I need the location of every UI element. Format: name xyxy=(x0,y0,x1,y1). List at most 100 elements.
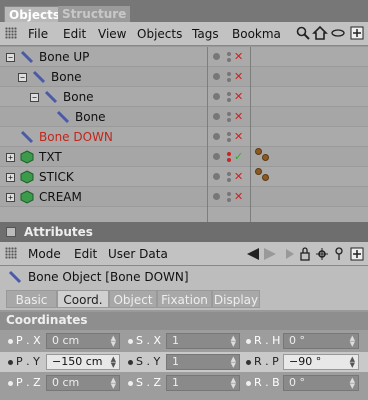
editor-visibility-dot[interactable] xyxy=(227,172,231,176)
animate-dot[interactable] xyxy=(246,381,251,386)
back-arrow-icon[interactable] xyxy=(246,247,260,261)
render-visibility-dot[interactable] xyxy=(227,138,231,142)
layer-dot[interactable] xyxy=(213,73,220,80)
disabled-x-icon[interactable]: ✕ xyxy=(234,91,243,102)
search-icon[interactable] xyxy=(296,26,310,40)
animate-dot[interactable] xyxy=(246,339,251,344)
position-x-field[interactable]: 0 cm ▲ ▼ xyxy=(46,333,120,349)
render-visibility-dot[interactable] xyxy=(227,178,231,182)
tree-row-bone-2[interactable]: − Bone xyxy=(0,87,368,107)
editor-visibility-dot[interactable] xyxy=(227,92,231,96)
menu-objects[interactable]: Objects xyxy=(137,26,182,42)
panel-toggle-icon[interactable] xyxy=(6,227,16,237)
disabled-x-icon[interactable]: ✕ xyxy=(234,111,243,122)
menu-user-data[interactable]: User Data xyxy=(108,246,168,262)
spinner-icon[interactable]: ▲ ▼ xyxy=(231,356,236,369)
forward-arrow-icon[interactable] xyxy=(284,247,296,261)
tag-icon[interactable] xyxy=(262,154,269,161)
render-visibility-dot[interactable] xyxy=(227,78,231,82)
render-visibility-dot[interactable] xyxy=(227,58,231,62)
spinner-icon[interactable]: ▲ ▼ xyxy=(350,377,355,390)
object-name[interactable]: Bone DOWN xyxy=(39,130,113,144)
menu-view[interactable]: View xyxy=(98,26,126,42)
up-arrow-icon[interactable] xyxy=(263,247,277,261)
tab-objects[interactable]: Objects xyxy=(4,6,66,22)
menu-edit[interactable]: Edit xyxy=(63,26,86,42)
spinner-icon[interactable]: ▲ ▼ xyxy=(111,377,116,390)
enabled-check-icon[interactable]: ✓ xyxy=(234,151,243,162)
disabled-x-icon[interactable]: ✕ xyxy=(234,191,243,202)
tree-row-cream[interactable]: + CREAM xyxy=(0,187,368,207)
menu-edit[interactable]: Edit xyxy=(74,246,97,262)
animate-dot[interactable] xyxy=(128,360,133,365)
scale-x-field[interactable]: 1 ▲ ▼ xyxy=(166,333,240,349)
editor-visibility-dot[interactable] xyxy=(227,192,231,196)
object-name[interactable]: Bone UP xyxy=(39,50,89,64)
menu-file[interactable]: File xyxy=(28,26,48,42)
object-name[interactable]: Bone xyxy=(75,110,106,124)
scale-z-field[interactable]: 1 ▲ ▼ xyxy=(166,375,240,391)
new-panel-icon[interactable] xyxy=(350,26,364,40)
column-divider[interactable] xyxy=(207,47,208,222)
grip-icon[interactable] xyxy=(5,247,17,259)
editor-visibility-dot[interactable] xyxy=(227,52,231,56)
layer-dot[interactable] xyxy=(213,53,220,60)
rotation-h-field[interactable]: 0 ° ▲ ▼ xyxy=(283,333,359,349)
disabled-x-icon[interactable]: ✕ xyxy=(234,171,243,182)
tree-row-bone-down[interactable]: Bone DOWN xyxy=(0,127,368,147)
tree-row-bone-3[interactable]: Bone xyxy=(0,107,368,127)
object-name[interactable]: Bone xyxy=(63,90,94,104)
spinner-icon[interactable]: ▲ ▼ xyxy=(350,356,355,369)
layer-dot[interactable] xyxy=(213,133,220,140)
tree-row-bone-1[interactable]: − Bone xyxy=(0,67,368,87)
tag-icon[interactable] xyxy=(255,168,262,175)
expand-icon[interactable]: + xyxy=(6,153,15,162)
disabled-x-icon[interactable]: ✕ xyxy=(234,131,243,142)
tree-row-bone-up[interactable]: − Bone UP xyxy=(0,47,368,67)
object-name[interactable]: TXT xyxy=(39,150,62,164)
layer-dot[interactable] xyxy=(213,93,220,100)
collapse-icon[interactable]: − xyxy=(6,53,15,62)
tab-object[interactable]: Object xyxy=(109,290,157,308)
key-icon[interactable] xyxy=(334,247,344,261)
render-visibility-dot[interactable] xyxy=(227,118,231,122)
collapse-icon[interactable]: − xyxy=(18,73,27,82)
object-name[interactable]: Bone xyxy=(51,70,82,84)
menu-bookmarks[interactable]: Bookma xyxy=(232,26,281,42)
render-visibility-dot[interactable] xyxy=(227,198,231,202)
tab-basic[interactable]: Basic xyxy=(6,290,57,308)
editor-visibility-dot[interactable] xyxy=(227,72,231,76)
spinner-icon[interactable]: ▲ ▼ xyxy=(111,335,116,348)
editor-visibility-dot[interactable] xyxy=(227,112,231,116)
animate-dot[interactable] xyxy=(8,339,13,344)
position-z-field[interactable]: 0 cm ▲ ▼ xyxy=(46,375,120,391)
layer-dot[interactable] xyxy=(213,193,220,200)
column-divider[interactable] xyxy=(250,47,251,222)
tag-icon[interactable] xyxy=(255,148,262,155)
animate-dot[interactable] xyxy=(8,381,13,386)
spinner-icon[interactable]: ▲ ▼ xyxy=(350,335,355,348)
tree-row-stick[interactable]: + STICK xyxy=(0,167,368,187)
tab-display[interactable]: Display xyxy=(212,290,260,308)
tree-row-txt[interactable]: + TXT xyxy=(0,147,368,167)
spinner-icon[interactable]: ▲ ▼ xyxy=(231,335,236,348)
lock-icon[interactable] xyxy=(300,247,310,261)
object-name[interactable]: STICK xyxy=(39,170,74,184)
rotation-p-field[interactable]: −90 ° ▲ ▼ xyxy=(283,354,359,370)
object-name[interactable]: CREAM xyxy=(39,190,82,204)
animate-dot[interactable] xyxy=(128,339,133,344)
spinner-icon[interactable]: ▲ ▼ xyxy=(231,377,236,390)
animate-dot[interactable] xyxy=(246,360,251,365)
editor-visibility-dot[interactable] xyxy=(227,152,231,156)
eye-icon[interactable] xyxy=(331,28,345,38)
tag-icon[interactable] xyxy=(262,174,269,181)
home-icon[interactable] xyxy=(312,25,328,41)
render-visibility-dot[interactable] xyxy=(227,98,231,102)
collapse-icon[interactable]: − xyxy=(30,93,39,102)
disabled-x-icon[interactable]: ✕ xyxy=(234,71,243,82)
editor-visibility-dot[interactable] xyxy=(227,132,231,136)
menu-mode[interactable]: Mode xyxy=(28,246,61,262)
layer-dot[interactable] xyxy=(213,173,220,180)
layer-dot[interactable] xyxy=(213,113,220,120)
scale-y-field[interactable]: 1 ▲ ▼ xyxy=(166,354,240,370)
